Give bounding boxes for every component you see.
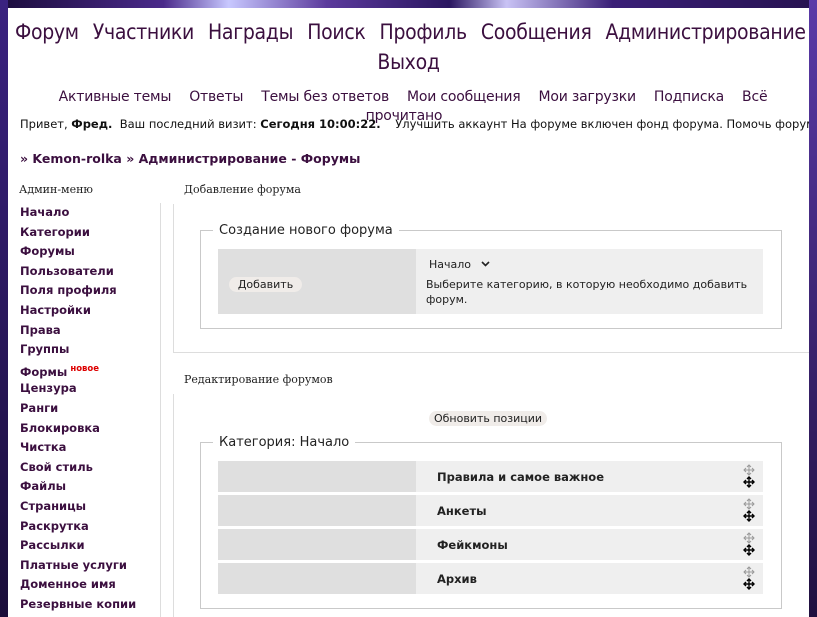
sidebar-item-censorship[interactable]: Цензура [12, 379, 160, 399]
sidebar-item-promotion[interactable]: Раскрутка [12, 517, 160, 537]
sidebar-item-ranks[interactable]: Ранги [12, 399, 160, 419]
category-select[interactable]: Начало [429, 258, 499, 273]
nav-search[interactable]: Поиск [307, 20, 366, 44]
sidebar-item-start[interactable]: Начало [12, 203, 160, 223]
nav-forum[interactable]: Форум [15, 20, 79, 44]
forum-row-handle-cell [218, 461, 416, 492]
move-arrows-icon[interactable] [742, 464, 756, 488]
category-select-help: Выберите категорию, в которую необходимо… [426, 278, 748, 306]
page: Форум Участники Награды Поиск Профиль Сообщен… [8, 8, 809, 617]
category-legend: Категория: Начало [219, 435, 350, 450]
add-forum-button[interactable]: Добавить [229, 277, 302, 292]
update-positions-button[interactable]: Обновить позиции [429, 411, 547, 426]
sidebar-item-forums[interactable]: Форумы [12, 242, 160, 262]
new-badge: новое [70, 363, 100, 374]
sidebar-item-permissions[interactable]: Права [12, 321, 160, 341]
nav-logout[interactable]: Выход [377, 50, 439, 74]
breadcrumb: » Kemon-rolka » Администрирование - Фору… [20, 151, 361, 166]
subnav-replies[interactable]: Ответы [189, 89, 243, 105]
last-visit-label: Ваш последний визит: [112, 117, 261, 131]
forum-row-handle-cell [218, 563, 416, 594]
sidebar-item-prune[interactable]: Чистка [12, 438, 160, 458]
sidebar-item-forms[interactable]: Формы новое [12, 360, 160, 380]
user-greeting: Привет, Фред. Ваш последний визит: Сегод… [20, 117, 809, 131]
forum-fund-link[interactable]: На форуме включен фонд форума. Помочь фо… [511, 117, 809, 131]
sidebar-item-settings[interactable]: Настройки [12, 301, 160, 321]
sidebar-item-categories[interactable]: Категории [12, 223, 160, 243]
chevron-down-icon [481, 261, 490, 267]
nav-profile[interactable]: Профиль [380, 20, 468, 44]
nav-administration[interactable]: Администрирование [606, 20, 807, 44]
category-select-value: Начало [429, 258, 472, 271]
sidebar-item-forms-label: Формы [20, 364, 68, 379]
greeting-username[interactable]: Фред. [71, 117, 112, 131]
greeting-hello: Привет, [20, 117, 72, 131]
move-arrows-icon[interactable] [742, 498, 756, 522]
add-forum-section-title: Добавление форума [184, 183, 301, 196]
right-border-decoration [809, 0, 817, 617]
sidebar-item-groups[interactable]: Группы [12, 340, 160, 360]
sidebar-item-bans[interactable]: Блокировка [12, 419, 160, 439]
sidebar-item-custom-style[interactable]: Свой стиль [12, 458, 160, 478]
create-forum-legend: Создание нового форума [219, 223, 393, 238]
sidebar-item-profile-fields[interactable]: Поля профиля [12, 281, 160, 301]
admin-sidebar: Начало Категории Форумы Пользователи Пол… [12, 203, 161, 617]
sidebar-item-users[interactable]: Пользователи [12, 262, 160, 282]
edit-forums-section-title: Редактирование форумов [184, 373, 333, 386]
sidebar-item-files[interactable]: Файлы [12, 477, 160, 497]
forum-name[interactable]: Анкеты [437, 504, 487, 518]
left-border-decoration [0, 0, 8, 617]
sidebar-item-paid-services[interactable]: Платные услуги [12, 556, 160, 576]
subnav-active-topics[interactable]: Активные темы [59, 89, 172, 105]
subnav-subscriptions[interactable]: Подписка [654, 89, 724, 105]
move-arrows-icon[interactable] [742, 532, 756, 556]
nav-awards[interactable]: Награды [208, 20, 293, 44]
sidebar-item-pages[interactable]: Страницы [12, 497, 160, 517]
forum-name[interactable]: Правила и самое важное [437, 470, 604, 484]
last-visit-time: Сегодня 10:00:22. [260, 117, 381, 131]
subnav-unanswered[interactable]: Темы без ответов [261, 89, 389, 105]
forum-row-handle-cell [218, 529, 416, 560]
sidebar-item-mailings[interactable]: Рассылки [12, 536, 160, 556]
subnav-my-uploads[interactable]: Мои загрузки [539, 89, 637, 105]
forum-name[interactable]: Фейкмоны [437, 538, 508, 552]
subnav-my-posts[interactable]: Мои сообщения [407, 89, 521, 105]
upgrade-account-link[interactable]: Улучшить аккаунт [381, 117, 511, 131]
nav-messages[interactable]: Сообщения [481, 20, 592, 44]
forum-name[interactable]: Архив [437, 572, 477, 586]
sidebar-item-domain[interactable]: Доменное имя [12, 575, 160, 595]
sidebar-title: Админ-меню [19, 183, 94, 196]
main-nav: Форум Участники Награды Поиск Профиль Сообщен… [8, 18, 809, 78]
forum-row-handle-cell [218, 495, 416, 526]
move-arrows-icon[interactable] [742, 566, 756, 590]
nav-members[interactable]: Участники [93, 20, 195, 44]
sidebar-item-backups[interactable]: Резервные копии [12, 595, 160, 615]
